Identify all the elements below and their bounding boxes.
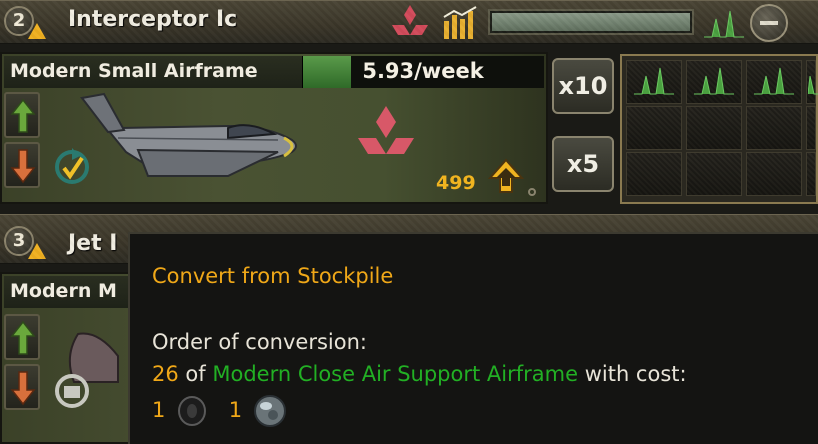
factory-chart-icon xyxy=(704,10,744,38)
priority-badge[interactable]: 3 xyxy=(4,225,46,261)
factory-slot xyxy=(806,106,816,150)
conversion-order-label: Order of conversion: xyxy=(152,330,367,354)
conversion-cost: 1 1 xyxy=(152,394,291,428)
upgrade-cycle-icon[interactable] xyxy=(52,370,92,412)
equipment-name: Modern Small Airframe xyxy=(4,56,302,88)
minus-icon xyxy=(760,21,778,25)
convert-stockpile-tooltip: Convert from Stockpile Order of conversi… xyxy=(128,232,818,444)
factory-slot xyxy=(626,106,682,150)
stockpile-count: 499 xyxy=(436,172,476,194)
upgrade-arrow-icon xyxy=(488,158,524,193)
production-line-panel-1[interactable]: Modern Small Airframe 5.93/week 499 xyxy=(0,52,548,204)
steel-icon xyxy=(253,395,286,427)
with-cost-text: with cost: xyxy=(584,362,687,386)
mitsubishi-logo-icon xyxy=(392,5,428,35)
source-equipment-name: Modern Close Air Support Airframe xyxy=(212,362,579,386)
plane-image xyxy=(80,92,297,177)
factory-chart-icon xyxy=(808,75,818,95)
factory-slot xyxy=(626,152,682,196)
priority-down-button[interactable] xyxy=(4,142,40,188)
priority-triangle-icon xyxy=(28,243,46,259)
minus-button[interactable] xyxy=(750,4,788,42)
conversion-count: 26 xyxy=(152,362,179,386)
factory-chart-icon xyxy=(754,67,794,95)
factory-slot xyxy=(686,106,742,150)
efficiency-chart-icon xyxy=(443,6,477,39)
rubber-cost: 1 xyxy=(152,398,166,422)
mitsubishi-logo-icon xyxy=(358,106,414,154)
production-line-title: Interceptor Ic xyxy=(68,7,238,32)
production-line-title: Jet I xyxy=(68,231,118,256)
equipment-name: Modern M xyxy=(4,276,128,308)
factory-grid xyxy=(620,54,818,204)
of-text: of xyxy=(185,362,206,386)
resize-handle[interactable] xyxy=(528,188,536,196)
priority-down-button[interactable] xyxy=(4,364,40,410)
x10-button[interactable]: x10 xyxy=(552,58,614,114)
conversion-detail: 26 of Modern Close Air Support Airframe … xyxy=(152,362,687,386)
down-arrow-icon xyxy=(10,149,36,184)
production-line-header-1: 2 Interceptor Ic xyxy=(0,0,818,44)
up-arrow-icon xyxy=(10,98,36,133)
priority-triangle-icon xyxy=(28,23,46,39)
factory-slot xyxy=(746,152,802,196)
factory-slot xyxy=(746,106,802,150)
factory-slot xyxy=(686,152,742,196)
production-rate-text: 5.93/week xyxy=(362,59,484,83)
tooltip-title: Convert from Stockpile xyxy=(152,264,394,288)
production-rate: 5.93/week xyxy=(302,56,544,88)
x5-button[interactable]: x5 xyxy=(552,136,614,192)
priority-badge[interactable]: 2 xyxy=(4,5,46,41)
rubber-icon xyxy=(178,396,207,426)
up-arrow-icon xyxy=(10,320,36,355)
efficiency-bar xyxy=(488,9,694,35)
factory-chart-icon xyxy=(634,67,674,95)
steel-cost: 1 xyxy=(228,398,243,422)
priority-up-button[interactable] xyxy=(4,314,40,360)
factory-chart-icon xyxy=(694,67,734,95)
down-arrow-icon xyxy=(10,371,36,406)
factory-slot xyxy=(806,152,816,196)
priority-up-button[interactable] xyxy=(4,92,40,138)
